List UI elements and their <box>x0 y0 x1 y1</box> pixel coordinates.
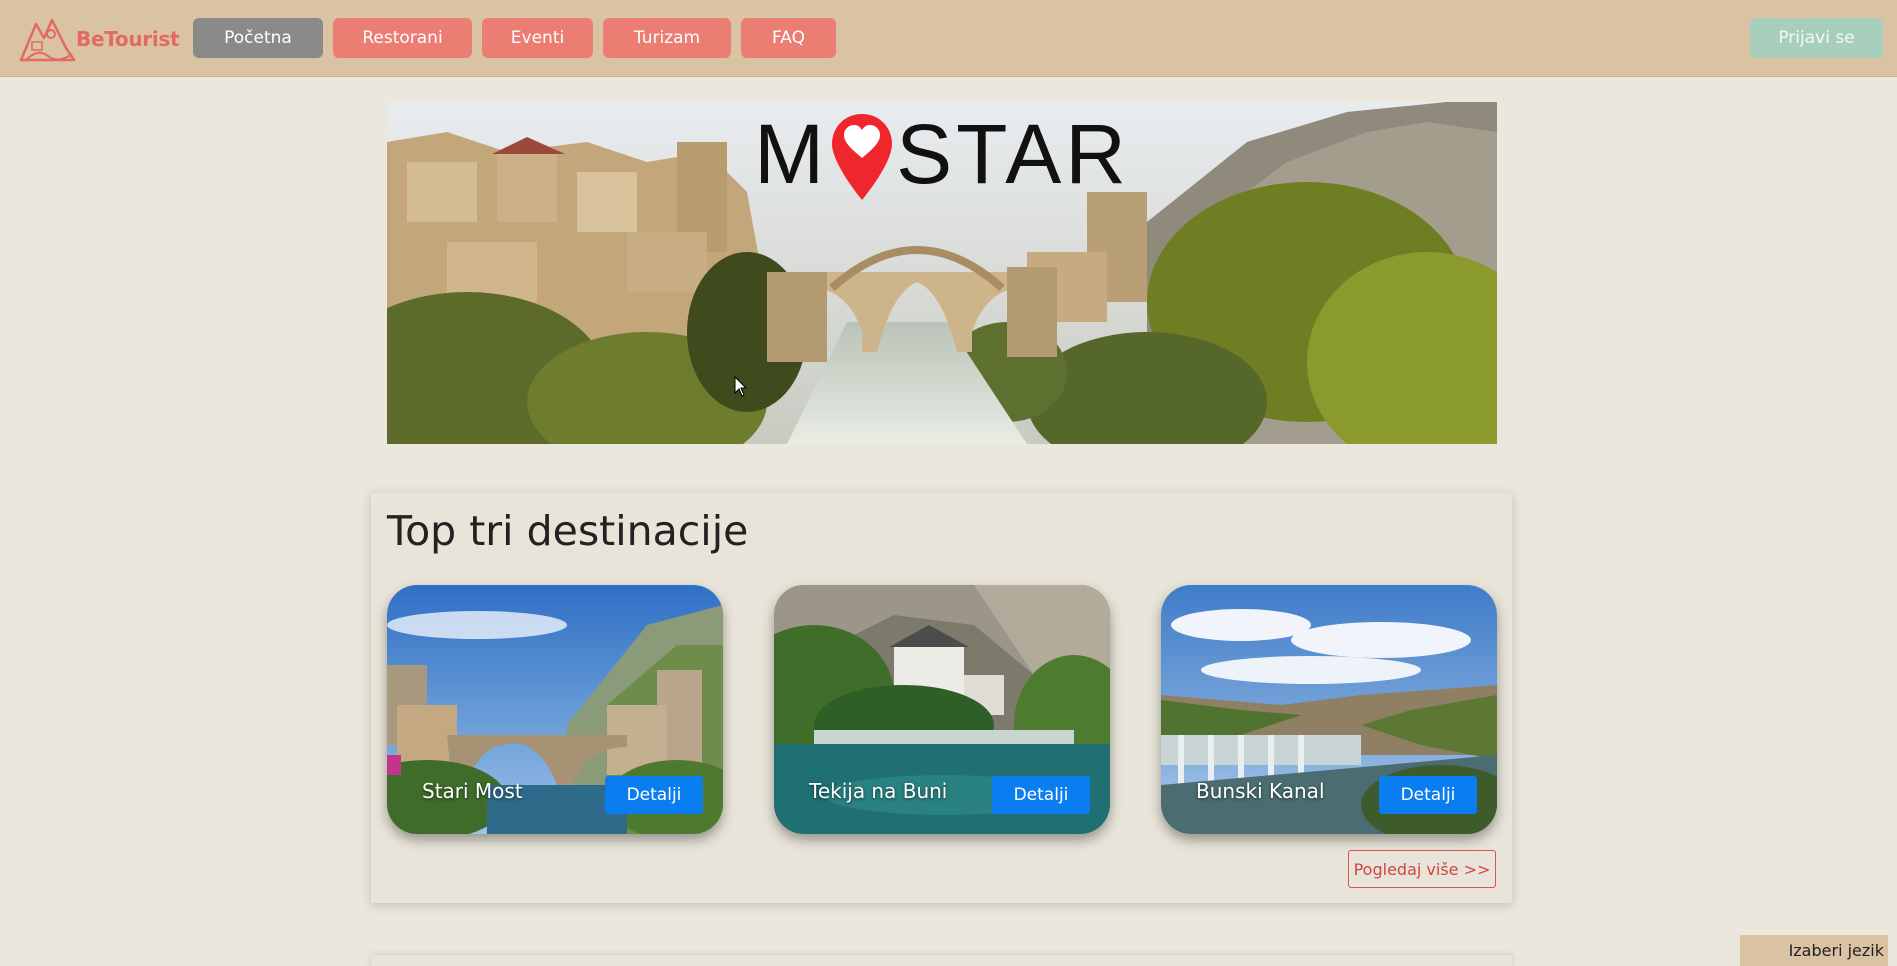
destination-name: Bunski Kanal <box>1196 779 1325 803</box>
nav-eventi-button[interactable]: Eventi <box>482 18 593 58</box>
destination-card-stari-most: Stari Most Detalji <box>387 585 723 834</box>
destination-name: Tekija na Buni <box>809 779 948 803</box>
logo-icon <box>19 18 76 62</box>
nav-pocetna-button[interactable]: Početna <box>193 18 323 58</box>
details-button-stari-most[interactable]: Detalji <box>605 776 703 814</box>
destination-card-bunski-kanal: Bunski Kanal Detalji <box>1161 585 1497 834</box>
view-more-button[interactable]: Pogledaj više >> <box>1348 850 1496 888</box>
next-section <box>371 955 1512 966</box>
nav-turizam-button[interactable]: Turizam <box>603 18 731 58</box>
language-selector[interactable]: Izaberi jezik <box>1740 935 1888 966</box>
logo[interactable]: BeTourist <box>18 14 180 64</box>
hero-banner: M STAR <box>387 102 1497 444</box>
details-button-bunski-kanal[interactable]: Detalji <box>1379 776 1477 814</box>
mouse-cursor-icon <box>734 376 748 397</box>
nav-faq-button[interactable]: FAQ <box>741 18 836 58</box>
logo-text: BeTourist <box>76 27 180 51</box>
hero-title-right: STAR <box>896 107 1130 201</box>
hero-title-left: M <box>754 107 829 201</box>
navbar: BeTourist Početna Restorani Eventi Turiz… <box>0 0 1897 77</box>
section-title: Top tri destinacije <box>387 507 749 555</box>
hero-title: M STAR <box>387 112 1497 202</box>
destination-card-tekija-na-buni: Tekija na Buni Detalji <box>774 585 1110 834</box>
heart-pin-icon <box>832 114 893 200</box>
nav-restorani-button[interactable]: Restorani <box>333 18 472 58</box>
top-destinations-section: Top tri destinacije Stari Most Detalji T… <box>371 493 1512 903</box>
login-button[interactable]: Prijavi se <box>1750 18 1883 58</box>
details-button-tekija-na-buni[interactable]: Detalji <box>992 776 1090 814</box>
destination-name: Stari Most <box>422 779 523 803</box>
